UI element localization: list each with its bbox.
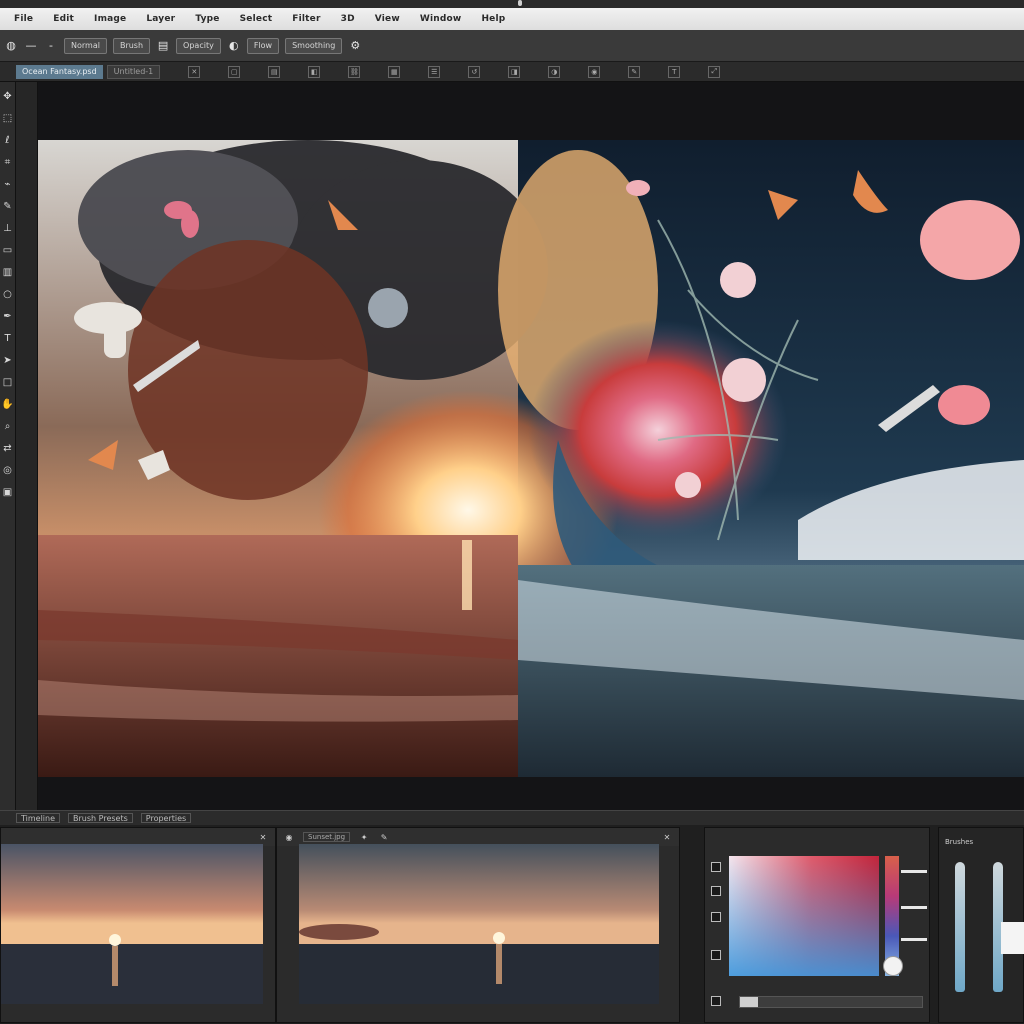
menu-file[interactable]: File — [4, 14, 43, 24]
wand-icon[interactable]: ✦ — [358, 831, 370, 843]
type-icon[interactable]: T — [2, 332, 14, 344]
move-icon[interactable]: ✥ — [2, 90, 14, 102]
tab-active-document[interactable]: Ocean Fantasy.psd — [16, 64, 103, 79]
system-top-strip — [0, 0, 1024, 8]
shape-icon[interactable]: □ — [2, 376, 14, 388]
color-picker-panel — [704, 827, 930, 1023]
link-icon[interactable]: ⛓ — [348, 65, 361, 78]
camera-dot — [518, 0, 522, 6]
slider-track-3[interactable] — [901, 938, 927, 941]
menu-type[interactable]: Type — [185, 14, 229, 24]
bottom-tabs: Timeline Brush Presets Properties — [0, 811, 1024, 825]
artwork-canvas[interactable] — [38, 140, 1024, 777]
mode-dropdown[interactable]: Normal — [64, 37, 107, 54]
screen-mode-icon[interactable]: ▣ — [2, 486, 14, 498]
dash-icon[interactable]: — — [24, 39, 38, 53]
pen-icon[interactable]: ✒ — [2, 310, 14, 322]
quick-mask-icon[interactable]: ◎ — [2, 464, 14, 476]
option-checkbox-5[interactable] — [711, 996, 721, 1006]
marquee-icon[interactable]: ⬚ — [2, 112, 14, 124]
edit-icon[interactable]: ✎ — [378, 831, 390, 843]
tool-preset-icon[interactable]: ◍ — [4, 39, 18, 53]
smoothing-field[interactable]: Smoothing — [285, 37, 343, 54]
option-checkbox-1[interactable] — [711, 862, 721, 872]
stamp-icon[interactable]: ⊥ — [2, 222, 14, 234]
tab-timeline[interactable]: Timeline — [16, 813, 61, 823]
thumbnail-panel-1: ✕ — [0, 827, 276, 1023]
grid-icon[interactable]: ▦ — [388, 65, 401, 78]
opacity-fill — [740, 997, 759, 1007]
option-checkbox-3[interactable] — [711, 912, 721, 922]
menu-layer[interactable]: Layer — [136, 14, 185, 24]
brushes-panel: Brushes — [938, 827, 1024, 1023]
slider-track-2[interactable] — [901, 906, 927, 909]
tools-panel: ✥ ⬚ ℓ ⌗ ⌁ ✎ ⊥ ▭ ▥ ○ ✒ T ➤ □ ✋ ⌕ ⇄ ◎ ▣ — [0, 82, 16, 822]
close-icon[interactable]: ✕ — [661, 831, 673, 843]
flow-field[interactable]: Flow — [246, 37, 280, 54]
path-select-icon[interactable]: ➤ — [2, 354, 14, 366]
opacity-slider[interactable] — [739, 996, 923, 1008]
menu-3d[interactable]: 3D — [331, 14, 365, 24]
brush-tip-1[interactable] — [955, 862, 965, 992]
tab-second-document[interactable]: Untitled-1 — [106, 64, 161, 79]
crop-icon[interactable]: ⌗ — [2, 156, 14, 168]
opacity-field[interactable]: Opacity — [176, 37, 221, 54]
tools-panel-gutter — [16, 82, 38, 822]
options-bar: ◍ — - Normal Brush ▤ Opacity ◐ Flow Smoo… — [0, 30, 1024, 62]
layer-icon[interactable]: ▤ — [268, 65, 281, 78]
menu-image[interactable]: Image — [84, 14, 136, 24]
expand-icon[interactable]: ⤢ — [708, 65, 721, 78]
lasso-icon[interactable]: ℓ — [2, 134, 14, 146]
brush-icon[interactable]: ✎ — [2, 200, 14, 212]
mask-icon[interactable]: ◧ — [308, 65, 321, 78]
document-tabs: Ocean Fantasy.psd Untitled-1 ✕ ▢ ▤ ◧ ⛓ ▦… — [0, 62, 1024, 82]
path-icon[interactable]: ✎ — [628, 65, 641, 78]
thumbnail-sunset-1[interactable] — [1, 844, 263, 1004]
channel-icon[interactable]: ◉ — [588, 65, 601, 78]
swatch-icon[interactable]: ◨ — [508, 65, 521, 78]
slider-track-1[interactable] — [901, 870, 927, 873]
bottom-panels: Timeline Brush Presets Properties ✕ ◉ Su… — [0, 810, 1024, 1024]
swap-colors-icon[interactable]: ⇄ — [2, 442, 14, 454]
brush-preview — [1001, 922, 1024, 954]
option-checkbox-4[interactable] — [711, 950, 721, 960]
separator-icon: - — [49, 39, 53, 52]
tab-properties[interactable]: Properties — [140, 813, 192, 823]
tab-brush-presets[interactable]: Brush Presets — [68, 813, 133, 823]
color-field[interactable] — [729, 856, 879, 976]
brush-dropdown[interactable]: Brush — [112, 37, 151, 54]
close-icon[interactable]: ✕ — [257, 831, 269, 843]
frame-icon[interactable]: ▢ — [228, 65, 241, 78]
align-icon[interactable]: ☰ — [428, 65, 441, 78]
menu-view[interactable]: View — [365, 14, 410, 24]
thumbnail-sunset-2[interactable] — [299, 844, 659, 1004]
dodge-icon[interactable]: ○ — [2, 288, 14, 300]
thumbnail-panel-2: ◉ Sunset.jpg ✦ ✎ ✕ — [276, 827, 680, 1023]
hand-icon[interactable]: ✋ — [1, 398, 13, 410]
gradient-icon[interactable]: ▥ — [2, 266, 14, 278]
text-icon[interactable]: T — [668, 65, 681, 78]
option-checkbox-2[interactable] — [711, 886, 721, 896]
menu-window[interactable]: Window — [410, 14, 472, 24]
menu-select[interactable]: Select — [230, 14, 283, 24]
adjust-icon[interactable]: ◑ — [548, 65, 561, 78]
menu-help[interactable]: Help — [471, 14, 515, 24]
thumbnail-title: Sunset.jpg — [303, 832, 351, 842]
menu-edit[interactable]: Edit — [43, 14, 84, 24]
menu-bar: File Edit Image Layer Type Select Filter… — [0, 8, 1024, 30]
close-icon[interactable]: ✕ — [188, 65, 201, 78]
brushes-title: Brushes — [945, 838, 974, 846]
pressure-icon[interactable]: ◐ — [227, 39, 241, 53]
history-icon[interactable]: ↺ — [468, 65, 481, 78]
menu-filter[interactable]: Filter — [282, 14, 330, 24]
zoom-icon[interactable]: ⌕ — [2, 420, 14, 432]
eraser-icon[interactable]: ▭ — [2, 244, 14, 256]
canvas-area[interactable] — [38, 82, 1024, 810]
eyedropper-icon[interactable]: ⌁ — [2, 178, 14, 190]
slider-knob[interactable] — [883, 956, 903, 976]
gear-icon[interactable]: ⚙ — [348, 39, 362, 53]
camera-icon[interactable]: ◉ — [283, 831, 295, 843]
brush-settings-icon[interactable]: ▤ — [156, 39, 170, 53]
